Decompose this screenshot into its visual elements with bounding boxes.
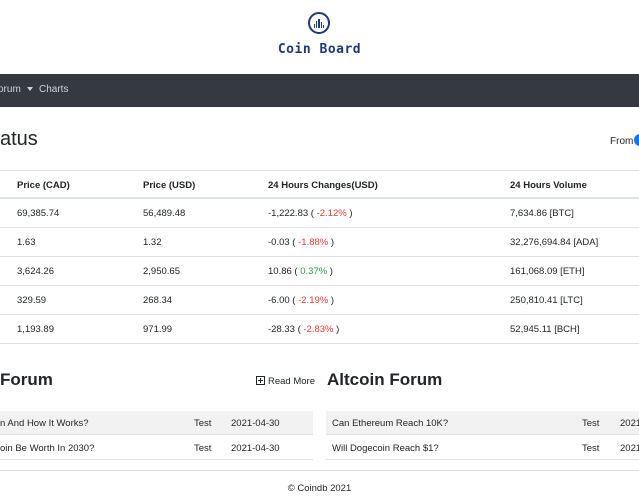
volume-cell: 32,276,694.84 [ADA] bbox=[510, 237, 599, 248]
price-usd-cell: 1.32 bbox=[143, 237, 162, 248]
price-cad-cell: 3,624.26 bbox=[17, 266, 54, 277]
post-date: 2021 bbox=[620, 418, 639, 429]
nav-forum-dropdown[interactable]: orum bbox=[0, 84, 33, 95]
table-row: 1,193.89 971.99 -28.33 ( -2.83% ) 52,945… bbox=[0, 315, 639, 344]
brand-header: Coin Board bbox=[0, 0, 639, 74]
change-percent: -1.88% bbox=[298, 237, 329, 248]
post-author: Test bbox=[582, 418, 600, 429]
forum-title: Forum bbox=[0, 370, 53, 389]
bar-chart-circle-icon[interactable] bbox=[308, 12, 330, 34]
change-cell: -6.00 ( -2.19% ) bbox=[268, 295, 335, 306]
change-percent: -2.19% bbox=[298, 295, 329, 306]
top-navbar: orum Charts bbox=[0, 74, 639, 107]
post-date: 2021-04-30 bbox=[231, 443, 280, 454]
price-usd-cell: 2,950.65 bbox=[143, 266, 180, 277]
price-usd-cell: 56,489.48 bbox=[143, 208, 186, 219]
col-header-price-usd: Price (USD) bbox=[143, 180, 196, 191]
forum-post-row[interactable]: Will Dogecoin Reach $1? Test 2021 bbox=[326, 436, 639, 460]
forum-post-row[interactable]: n And How It Works? Test 2021-04-30 bbox=[0, 411, 313, 435]
volume-cell: 7,634.86 [BTC] bbox=[510, 208, 574, 219]
forum-post-row[interactable]: oin Be Worth In 2030? Test 2021-04-30 bbox=[0, 436, 313, 460]
footer-divider bbox=[0, 470, 639, 471]
plus-square-icon bbox=[256, 376, 265, 385]
table-row: 329.59 268.34 -6.00 ( -2.19% ) 250,810.4… bbox=[0, 286, 639, 315]
volume-cell: 250,810.41 [LTC] bbox=[510, 295, 583, 306]
footer-copyright: © Coindb 2021 bbox=[287, 483, 352, 494]
altcoin-forum-title: Altcoin Forum bbox=[327, 370, 443, 389]
change-cell: -0.03 ( -1.88% ) bbox=[268, 237, 335, 248]
forum-post-row[interactable]: Can Ethereum Reach 10K? Test 2021 bbox=[326, 411, 639, 435]
table-row: 3,624.26 2,950.65 10.86 ( 0.37% ) 161,06… bbox=[0, 257, 639, 286]
volume-cell: 52,945.11 [BCH] bbox=[510, 324, 580, 335]
post-title[interactable]: oin Be Worth In 2030? bbox=[0, 443, 94, 454]
volume-cell: 161,068.09 [ETH] bbox=[510, 266, 585, 277]
brand-name[interactable]: Coin Board bbox=[0, 42, 639, 57]
change-cell: -1,222.83 ( -2.12% ) bbox=[268, 208, 353, 219]
col-header-price-cad: Price (CAD) bbox=[17, 180, 70, 191]
change-percent: -2.12% bbox=[316, 208, 347, 219]
change-percent: -2.83% bbox=[303, 324, 334, 335]
from-label: From bbox=[610, 136, 634, 147]
change-percent: 0.37% bbox=[300, 266, 328, 277]
col-header-24h-change: 24 Hours Changes(USD) bbox=[268, 180, 378, 191]
price-cad-cell: 69,385.74 bbox=[17, 208, 60, 219]
nav-forum-label: orum bbox=[0, 84, 21, 95]
table-row: 1.63 1.32 -0.03 ( -1.88% ) 32,276,694.84… bbox=[0, 228, 639, 257]
col-header-24h-volume: 24 Hours Volume bbox=[510, 180, 587, 191]
post-title[interactable]: Can Ethereum Reach 10K? bbox=[332, 418, 448, 429]
from-toggle[interactable] bbox=[634, 134, 639, 146]
price-usd-cell: 971.99 bbox=[143, 324, 173, 335]
nav-charts-link[interactable]: Charts bbox=[39, 84, 68, 95]
price-cad-cell: 1.63 bbox=[17, 237, 36, 248]
post-title[interactable]: n And How It Works? bbox=[0, 418, 89, 429]
change-cell: -28.33 ( -2.83% ) bbox=[268, 324, 340, 335]
post-title[interactable]: Will Dogecoin Reach $1? bbox=[332, 443, 439, 454]
change-cell: 10.86 ( 0.37% ) bbox=[268, 266, 333, 277]
table-row: 69,385.74 56,489.48 -1,222.83 ( -2.12% )… bbox=[0, 199, 639, 228]
read-more-label: Read More bbox=[268, 376, 315, 387]
post-author: Test bbox=[194, 418, 212, 429]
post-date: 2021-04-30 bbox=[231, 418, 280, 429]
post-author: Test bbox=[194, 443, 212, 454]
status-title: atus bbox=[0, 128, 38, 150]
caret-down-icon bbox=[26, 87, 33, 92]
read-more-link[interactable]: Read More bbox=[256, 376, 315, 387]
post-author: Test bbox=[582, 443, 600, 454]
price-cad-cell: 329.59 bbox=[17, 295, 47, 306]
price-cad-cell: 1,193.89 bbox=[17, 324, 54, 335]
price-usd-cell: 268.34 bbox=[143, 295, 173, 306]
table-header-row: Price (CAD) Price (USD) 24 Hours Changes… bbox=[0, 170, 639, 199]
post-date: 2021 bbox=[620, 443, 639, 454]
